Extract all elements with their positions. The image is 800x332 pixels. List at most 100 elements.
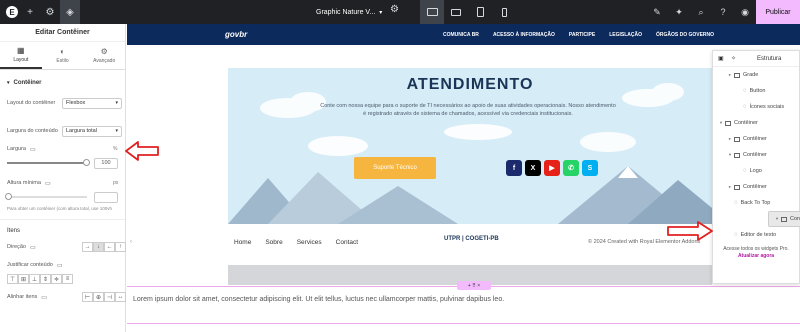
tab-advanced[interactable]: ⚙ Avançado: [83, 42, 125, 69]
site-footer: Home Sobre Services Contact UTPR | COGET…: [228, 231, 712, 253]
desktop-icon[interactable]: [420, 0, 444, 24]
largura-unit[interactable]: %: [113, 146, 117, 152]
arrow-left-icon[interactable]: ←: [104, 242, 115, 252]
largura-slider[interactable]: [7, 159, 90, 166]
collapse-all-icon[interactable]: ▣: [718, 55, 724, 62]
navigator-item[interactable]: ▾ Contêiner: [713, 115, 799, 131]
altura-slider-knob[interactable]: [5, 193, 12, 200]
expand-caret-icon[interactable]: ▾: [717, 120, 725, 126]
pro-upgrade-icon[interactable]: ✎: [646, 0, 668, 24]
direcao-label: Direção: [7, 244, 26, 250]
navigator-item[interactable]: ▾ Contêiner: [713, 147, 799, 163]
navigator-header: ▣ ✧ Estrutura: [713, 51, 799, 67]
page-settings-icon[interactable]: ⚙: [390, 4, 399, 15]
justificar-buttons-row: ⊤ ⊞ ⊥ ⇕ ≑ ≡: [7, 272, 125, 286]
navigator-item[interactable]: ▸ Contêiner: [713, 131, 799, 147]
search-icon[interactable]: ⌕: [690, 0, 712, 24]
expand-caret-icon[interactable]: ▾: [773, 216, 781, 222]
hero-section[interactable]: ATENDIMENTO Conte com nossa equipe para …: [228, 68, 712, 224]
arrow-up-icon[interactable]: ↑: [115, 242, 126, 252]
gov-nav-link[interactable]: COMUNICA BR: [443, 32, 479, 38]
navigator-item[interactable]: ◌ Editor de texto: [713, 227, 799, 243]
align-start-icon[interactable]: ⊢: [82, 292, 93, 302]
justify-around-icon[interactable]: ≑: [51, 274, 62, 284]
text-editor-widget[interactable]: Lorem ipsum dolor sit amet, consectetur …: [133, 296, 504, 303]
expand-caret-icon[interactable]: ▸: [726, 136, 734, 142]
tablet-icon[interactable]: [468, 0, 492, 24]
support-button[interactable]: Suporte Técnico: [354, 157, 436, 179]
preview-eye-icon[interactable]: ◉: [734, 0, 756, 24]
expand-caret-icon[interactable]: ▾: [726, 152, 734, 158]
tab-style[interactable]: ◐ Estilo: [42, 42, 84, 69]
largura-slider-knob[interactable]: [83, 159, 90, 166]
footer-nav-link[interactable]: Services: [297, 239, 322, 246]
navigator-item[interactable]: ◌ Logo: [713, 163, 799, 179]
whatsapp-icon[interactable]: ✆: [563, 160, 579, 176]
altura-slider[interactable]: [5, 193, 87, 200]
navigator-item[interactable]: ▸ Grade: [713, 67, 799, 83]
elementor-logo-icon[interactable]: E: [6, 6, 18, 18]
responsive-desktop-icon[interactable]: ▭: [30, 244, 36, 251]
section-container-header[interactable]: ▾ Contêiner: [7, 80, 125, 86]
layers-icon[interactable]: ◈: [60, 0, 80, 24]
justify-start-icon[interactable]: ⊤: [7, 274, 18, 284]
responsive-desktop-icon[interactable]: ▭: [45, 180, 51, 187]
footer-nav-link[interactable]: Home: [234, 239, 251, 246]
justify-between-icon[interactable]: ⇕: [40, 274, 51, 284]
align-center-icon[interactable]: ⊕: [93, 292, 104, 302]
content-width-select[interactable]: Largura total ▾: [62, 125, 122, 137]
responsive-desktop-icon[interactable]: ▭: [30, 146, 36, 153]
document-title-text: Graphic Nature V...: [316, 8, 376, 16]
responsive-desktop-icon[interactable]: ▭: [41, 294, 47, 301]
navigator-item[interactable]: ▸ Contêiner: [713, 179, 799, 195]
largura-input[interactable]: 100: [94, 157, 118, 169]
facebook-icon[interactable]: f: [506, 160, 522, 176]
gov-nav-link[interactable]: LEGISLAÇÃO: [609, 32, 642, 38]
skype-icon[interactable]: S: [582, 160, 598, 176]
gov-nav-link[interactable]: ACESSO À INFORMAÇÃO: [493, 32, 555, 38]
upgrade-link[interactable]: Atualizar agora: [713, 253, 799, 260]
arrow-down-icon[interactable]: ↓: [93, 242, 104, 252]
navigator-item[interactable]: ◌ Button: [713, 83, 799, 99]
collapse-panel-icon[interactable]: ‹: [130, 239, 132, 245]
x-twitter-icon[interactable]: X: [525, 160, 541, 176]
navigator-item[interactable]: ◌ Ícones sociais: [713, 99, 799, 115]
container-handle[interactable]: + ⠿ ×: [457, 281, 491, 290]
expand-caret-icon[interactable]: ▸: [726, 184, 734, 190]
help-icon[interactable]: ?: [712, 0, 734, 24]
content-width-select-value: Largura total: [66, 128, 97, 134]
notifications-icon[interactable]: ✦: [668, 0, 690, 24]
tab-layout[interactable]: ▦ Layout: [0, 42, 42, 69]
navigator-item-label: Editor de texto: [740, 232, 777, 238]
layout-select[interactable]: Flexbox ▾: [62, 97, 122, 109]
add-element-icon[interactable]: +: [20, 0, 40, 24]
container-icon: [725, 120, 731, 126]
arrow-right-icon[interactable]: →: [82, 242, 93, 252]
align-stretch-icon[interactable]: ↔: [115, 292, 126, 302]
publish-button[interactable]: Publicar: [756, 0, 800, 24]
altura-input[interactable]: [94, 191, 118, 203]
align-end-icon[interactable]: ⊣: [104, 292, 115, 302]
document-title[interactable]: Graphic Nature V... ▾: [316, 0, 382, 24]
youtube-icon[interactable]: ▶: [544, 160, 560, 176]
settings-sliders-icon[interactable]: ⚙: [40, 0, 60, 24]
footer-nav-link[interactable]: Contact: [336, 239, 358, 246]
justify-end-icon[interactable]: ⊥: [29, 274, 40, 284]
gov-nav-link[interactable]: PARTICIPE: [569, 32, 595, 38]
section-title: Contêiner: [13, 80, 42, 86]
footer-logo[interactable]: UTPR | COGETI-PB: [444, 236, 499, 242]
navigator-item[interactable]: ◌ Back To Top: [713, 195, 799, 211]
expand-caret-icon[interactable]: ▸: [726, 72, 734, 78]
sparkle-icon[interactable]: ✧: [731, 55, 736, 62]
justify-center-icon[interactable]: ⊞: [18, 274, 29, 284]
navigator-item[interactable]: ▾ Contêiner: [768, 211, 800, 227]
altura-unit[interactable]: px: [113, 180, 118, 186]
justify-evenly-icon[interactable]: ≡: [62, 274, 73, 284]
footer-nav-link[interactable]: Sobre: [265, 239, 282, 246]
mobile-icon[interactable]: [492, 0, 516, 24]
laptop-icon[interactable]: [444, 0, 468, 24]
responsive-desktop-icon[interactable]: ▭: [57, 262, 63, 269]
gov-nav-link[interactable]: ÓRGÃOS DO GOVERNO: [656, 32, 714, 38]
altura-row: Altura mínima ▭ px: [7, 176, 125, 190]
gov-logo[interactable]: govbr: [225, 30, 247, 39]
